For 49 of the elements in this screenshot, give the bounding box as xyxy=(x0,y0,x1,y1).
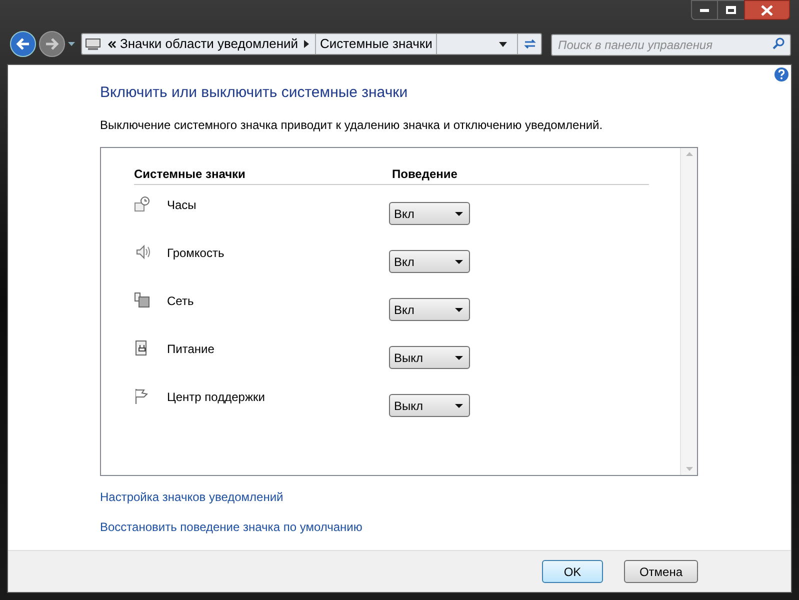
description-text: Выключение системного значка приводит к удалению значка и отключению уведомлений. xyxy=(100,117,604,134)
close-icon xyxy=(761,4,773,16)
dropdown-caret-icon[interactable] xyxy=(499,42,507,46)
dropdown-caret-icon xyxy=(455,212,463,216)
breadcrumb[interactable]: Значки области уведомлений xyxy=(120,34,298,54)
ok-button[interactable]: OK xyxy=(542,560,603,583)
dropdown-caret-icon xyxy=(455,404,463,408)
maximize-button[interactable] xyxy=(718,0,744,20)
scroll-up-icon xyxy=(686,152,692,156)
behavior-dropdown[interactable]: Вкл xyxy=(389,202,470,225)
behavior-dropdown[interactable]: Выкл xyxy=(389,346,470,369)
icon-name: Центр поддержки xyxy=(167,389,266,406)
search-field[interactable]: Поиск в панели управления xyxy=(551,34,791,56)
forward-button[interactable] xyxy=(39,31,65,57)
scroll-down-icon xyxy=(686,467,692,471)
back-button[interactable] xyxy=(10,31,36,57)
forward-arrow-icon xyxy=(45,38,59,50)
close-button[interactable] xyxy=(744,0,790,20)
dropdown-caret-icon xyxy=(455,260,463,264)
help-icon[interactable] xyxy=(774,67,789,82)
column-header: Поведение xyxy=(392,166,458,183)
dropdown-caret-icon xyxy=(455,308,463,312)
network-icon xyxy=(134,292,151,309)
flag-icon xyxy=(134,388,151,405)
breadcrumb[interactable]: Системные значки xyxy=(315,34,438,54)
refresh-arrows-icon xyxy=(522,38,536,50)
speaker-icon xyxy=(134,244,151,261)
icon-name: Питание xyxy=(167,341,216,358)
address-bar[interactable]: Значки области уведомлений Системные значки xyxy=(81,33,542,55)
behavior-dropdown[interactable]: Выкл xyxy=(389,394,470,417)
computer-icon xyxy=(85,38,101,50)
column-header: Системные значки xyxy=(134,166,246,183)
breadcrumb-arrow-icon[interactable] xyxy=(304,40,310,48)
link[interactable]: Настройка значков уведомлений xyxy=(100,488,284,506)
icon-name: Громкость xyxy=(167,245,226,262)
cancel-button[interactable]: Отмена xyxy=(624,560,698,583)
history-caret-icon[interactable] xyxy=(68,42,75,46)
behavior-dropdown[interactable]: Вкл xyxy=(389,298,470,321)
page-heading: Включить или выключить системные значки xyxy=(100,83,409,103)
behavior-dropdown[interactable]: Вкл xyxy=(389,250,470,273)
link[interactable]: Восстановить поведение значка по умолчанию xyxy=(100,518,362,536)
back-arrow-icon xyxy=(16,38,30,50)
search-icon xyxy=(772,37,785,50)
icon-name: Часы xyxy=(167,197,198,214)
dropdown-caret-icon xyxy=(455,356,463,360)
icon-name: Сеть xyxy=(167,293,195,310)
double-chevron-icon xyxy=(108,40,116,48)
clock-icon xyxy=(134,196,151,213)
minimize-button[interactable] xyxy=(691,0,718,20)
